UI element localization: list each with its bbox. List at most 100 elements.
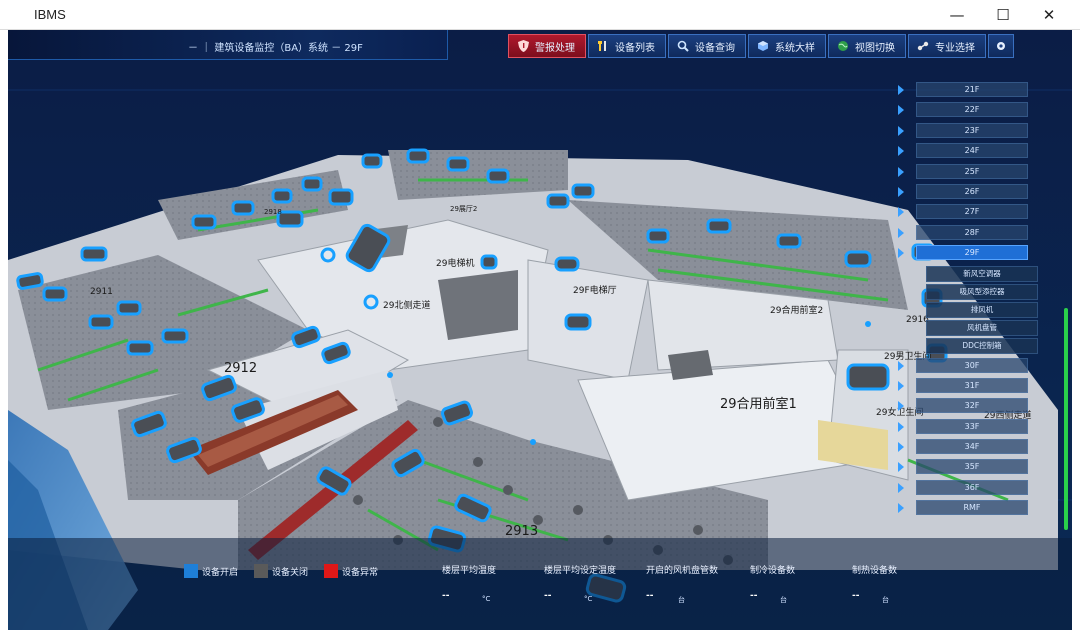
legend-device-off: 设备关闭	[254, 564, 308, 578]
room-label: 2912	[224, 361, 258, 376]
floor-button[interactable]: 26F	[916, 183, 1028, 199]
floor-button[interactable]: 21F	[916, 82, 1028, 97]
device-type-button[interactable]: DDC控制箱	[926, 337, 1038, 354]
stat-cooling-label: 制冷设备数	[750, 566, 796, 576]
building-3d-viewport[interactable]: 2911 2912 2913 29北侧走道 29电梯机 29F电梯厅 29合用前…	[8, 30, 1072, 630]
room-label: 2913	[505, 524, 539, 539]
device-query-button[interactable]: 设备查询	[668, 34, 746, 58]
stat-cooling-unit: 台	[780, 596, 787, 604]
floor-item[interactable]: 31F	[898, 376, 1048, 396]
discipline-select-button[interactable]: 专业选择	[908, 34, 986, 58]
close-icon[interactable]: ✕	[1026, 0, 1072, 30]
stat-fcu-on-label: 开启的风机盘管数	[646, 566, 719, 576]
room-label: 29合用前室2	[770, 306, 824, 316]
floor-item[interactable]: 24F	[898, 141, 1048, 161]
floor-button[interactable]: 35F	[916, 459, 1028, 475]
stat-avg-temp-value: --	[442, 591, 450, 601]
toolbar-label: 设备列表	[615, 42, 655, 54]
arrow-right-icon	[898, 207, 904, 218]
floor-button[interactable]: 34F	[916, 439, 1028, 455]
room-label: 29F电梯厅	[573, 286, 617, 296]
settings-cube-icon	[995, 40, 1007, 52]
arrow-right-icon	[898, 105, 904, 116]
floor-item[interactable]: 36F	[898, 478, 1048, 498]
network-icon	[917, 40, 929, 52]
stat-avg-setpoint-value: --	[544, 591, 552, 601]
stat-fcu-on-unit: 台	[678, 596, 685, 604]
room-label: 2911	[90, 287, 113, 297]
device-list-button[interactable]: 设备列表	[588, 34, 666, 58]
arrow-right-icon	[898, 186, 904, 197]
arrow-right-icon	[898, 503, 904, 514]
device-type-button[interactable]: 吸风型添控器	[926, 283, 1038, 300]
arrow-right-icon	[898, 248, 904, 259]
arrow-right-icon	[898, 146, 904, 157]
floor-button[interactable]: 24F	[916, 143, 1028, 159]
floor-item-active[interactable]: 29F	[898, 243, 1048, 263]
cube-icon	[757, 40, 769, 52]
floor-button[interactable]: 31F	[916, 377, 1028, 393]
room-label: 29展厅2	[450, 205, 478, 213]
app-title: IBMS	[34, 7, 66, 22]
floor-scrollbar[interactable]	[1064, 308, 1068, 530]
floor-item[interactable]: 26F	[898, 182, 1048, 202]
floor-button[interactable]: 36F	[916, 479, 1028, 495]
room-label: 2918	[264, 208, 282, 216]
floor-button[interactable]: 22F	[916, 102, 1028, 118]
device-type-button[interactable]: 风机盘管	[926, 319, 1038, 336]
floor-selector: 21F 22F 23F 24F 25F 26F 27F 28F 29F 新风空调…	[898, 80, 1048, 519]
floor-item[interactable]: 27F	[898, 202, 1048, 222]
floor-button[interactable]: 33F	[916, 418, 1028, 434]
room-label: 29电梯机	[436, 259, 475, 269]
toolbar-label: 系统大样	[775, 42, 815, 54]
floor-button[interactable]: 27F	[916, 204, 1028, 220]
legend-label: 设备关闭	[272, 567, 309, 578]
floor-button[interactable]: 23F	[916, 122, 1028, 138]
breadcrumb: － ｜ 建筑设备监控（BA）系统 － 29F	[8, 30, 448, 60]
device-type-button[interactable]: 排风机	[926, 301, 1038, 318]
floor-item[interactable]: 30F	[898, 356, 1048, 376]
settings-button[interactable]	[988, 34, 1014, 58]
floor-item[interactable]: 25F	[898, 162, 1048, 182]
minimize-icon[interactable]: —	[934, 0, 980, 30]
arrow-right-icon	[898, 125, 904, 136]
arrow-right-icon	[898, 401, 904, 412]
floor-item[interactable]: 21F	[898, 80, 1048, 100]
legend-device-fault: 设备异常	[324, 564, 378, 578]
floor-button[interactable]: RMF	[916, 500, 1028, 516]
stat-fcu-on-value: --	[646, 591, 654, 601]
floor-item[interactable]: 23F	[898, 121, 1048, 141]
view-switch-button[interactable]: 视图切换	[828, 34, 906, 58]
floor-button[interactable]: 30F	[916, 357, 1028, 373]
stat-avg-temp-label: 楼层平均温度	[442, 566, 497, 576]
floor-item[interactable]: 34F	[898, 437, 1048, 457]
stat-heating-label: 制热设备数	[852, 566, 898, 576]
legend-label: 设备开启	[202, 567, 239, 578]
arrow-right-icon	[898, 227, 904, 238]
legend-swatch	[184, 564, 198, 578]
legend-label: 设备异常	[342, 567, 379, 578]
window-titlebar: IBMS — ☐ ✕	[0, 0, 1080, 30]
floor-item[interactable]: 32F	[898, 396, 1048, 416]
breadcrumb-text: － ｜ 建筑设备监控（BA）系统 － 29F	[188, 43, 363, 54]
alarm-handling-button[interactable]: 警报处理	[508, 34, 586, 58]
floor-item[interactable]: 22F	[898, 100, 1048, 120]
arrow-right-icon	[898, 166, 904, 177]
magnifier-icon	[677, 40, 689, 52]
floor-button[interactable]: 25F	[916, 163, 1028, 179]
floor-item[interactable]: 28F	[898, 223, 1048, 243]
floor-button[interactable]: 28F	[916, 224, 1028, 240]
floor-item[interactable]: 35F	[898, 457, 1048, 477]
floor-button[interactable]: 32F	[916, 398, 1028, 414]
device-type-button[interactable]: 新风空调器	[926, 265, 1038, 282]
arrow-right-icon	[898, 462, 904, 473]
globe-icon	[837, 40, 849, 52]
maximize-icon[interactable]: ☐	[980, 0, 1026, 30]
floor-item[interactable]: RMF	[898, 498, 1048, 518]
toolbar-label: 警报处理	[535, 42, 575, 54]
toolbar-label: 专业选择	[935, 42, 975, 54]
system-detail-button[interactable]: 系统大样	[748, 34, 826, 58]
floor-item[interactable]: 33F	[898, 417, 1048, 437]
main-toolbar: 警报处理 设备列表 设备查询 系统大样 视图切换 专业选择	[508, 34, 1016, 58]
floor-button-active[interactable]: 29F	[916, 245, 1028, 261]
